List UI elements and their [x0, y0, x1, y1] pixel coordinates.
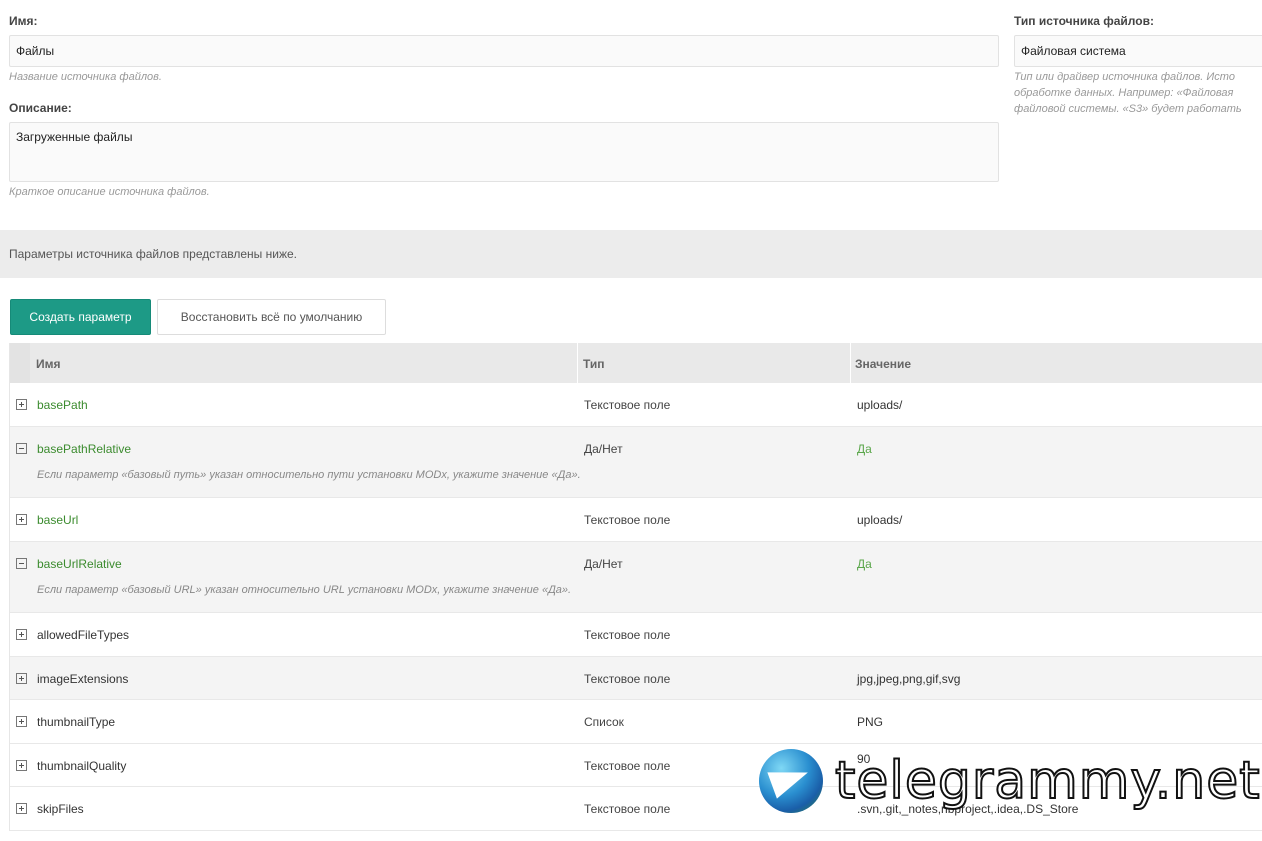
grid-row-allowedfiletypes[interactable]: allowedFileTypes Текстовое поле	[10, 613, 1262, 657]
property-name[interactable]: skipFiles	[37, 802, 84, 816]
reset-defaults-button[interactable]: Восстановить всё по умолчанию	[157, 299, 386, 335]
source-type-select[interactable]: Файловая система	[1014, 35, 1262, 67]
paper-plane-icon	[767, 759, 813, 799]
property-value[interactable]: uploads/	[857, 513, 902, 527]
property-type: Да/Нет	[584, 557, 623, 571]
name-input[interactable]: Файлы	[9, 35, 999, 67]
grid-header: Имя Тип Значение	[10, 343, 1262, 383]
property-type: Текстовое поле	[584, 672, 671, 686]
property-description: Если параметр «базовый URL» указан относ…	[37, 584, 572, 596]
property-name[interactable]: basePath	[37, 398, 88, 412]
property-type: Текстовое поле	[584, 802, 671, 816]
expand-icon[interactable]	[16, 399, 27, 410]
property-type: Да/Нет	[584, 442, 623, 456]
name-hint: Название источника файлов.	[9, 71, 162, 83]
description-label: Описание:	[9, 101, 72, 115]
expander-column-header	[10, 343, 30, 383]
property-type: Текстовое поле	[584, 398, 671, 412]
collapse-icon[interactable]	[16, 443, 27, 454]
column-header-type[interactable]: Тип	[583, 357, 605, 371]
source-type-hint-line-1: Тип или драйвер источника файлов. Исто	[1014, 71, 1235, 83]
collapse-icon[interactable]	[16, 558, 27, 569]
grid-row-basepathrelative[interactable]: basePathRelative Да/Нет Да Если параметр…	[10, 427, 1262, 498]
source-type-hint-line-2: обработке данных. Например: «Файловая	[1014, 87, 1234, 99]
description-textarea[interactable]: Загруженные файлы	[9, 122, 999, 182]
property-name[interactable]: baseUrl	[37, 513, 78, 527]
grid-row-thumbnailtype[interactable]: thumbnailType Список PNG	[10, 700, 1262, 744]
grid-row-baseurl[interactable]: baseUrl Текстовое поле uploads/	[10, 498, 1262, 542]
property-value[interactable]: Да	[857, 442, 872, 456]
property-type: Список	[584, 715, 624, 729]
expand-icon[interactable]	[16, 629, 27, 640]
watermark: telegrammy.net	[759, 749, 1261, 815]
property-name[interactable]: thumbnailQuality	[37, 759, 126, 773]
column-header-name[interactable]: Имя	[36, 357, 61, 371]
grid-row-basepath[interactable]: basePath Текстовое поле uploads/	[10, 383, 1262, 427]
expand-icon[interactable]	[16, 716, 27, 727]
property-value[interactable]: jpg,jpeg,png,gif,svg	[857, 672, 960, 686]
property-value[interactable]: uploads/	[857, 398, 902, 412]
description-hint: Краткое описание источника файлов.	[9, 186, 210, 198]
create-property-button[interactable]: Создать параметр	[10, 299, 151, 335]
property-name[interactable]: allowedFileTypes	[37, 628, 129, 642]
expand-icon[interactable]	[16, 514, 27, 525]
expand-icon[interactable]	[16, 673, 27, 684]
expand-icon[interactable]	[16, 760, 27, 771]
property-value[interactable]: Да	[857, 557, 872, 571]
column-header-value[interactable]: Значение	[855, 357, 911, 371]
grid-row-baseurlrelative[interactable]: baseUrlRelative Да/Нет Да Если параметр …	[10, 542, 1262, 613]
property-name[interactable]: baseUrlRelative	[37, 557, 122, 571]
property-type: Текстовое поле	[584, 513, 671, 527]
property-name[interactable]: basePathRelative	[37, 442, 131, 456]
telegram-logo-icon	[759, 749, 823, 813]
property-type: Текстовое поле	[584, 628, 671, 642]
properties-notice: Параметры источника файлов представлены …	[0, 230, 1262, 278]
property-description: Если параметр «базовый путь» указан отно…	[37, 469, 581, 481]
property-name[interactable]: thumbnailType	[37, 715, 115, 729]
grid-row-imageextensions[interactable]: imageExtensions Текстовое поле jpg,jpeg,…	[10, 657, 1262, 700]
source-type-hint-line-3: файловой системы. «S3» будет работать	[1014, 103, 1242, 115]
expand-icon[interactable]	[16, 803, 27, 814]
source-type-label: Тип источника файлов:	[1014, 14, 1154, 28]
property-value[interactable]: PNG	[857, 715, 883, 729]
property-type: Текстовое поле	[584, 759, 671, 773]
name-label: Имя:	[9, 14, 38, 28]
property-name[interactable]: imageExtensions	[37, 672, 128, 686]
watermark-text: telegrammy.net	[834, 750, 1261, 812]
